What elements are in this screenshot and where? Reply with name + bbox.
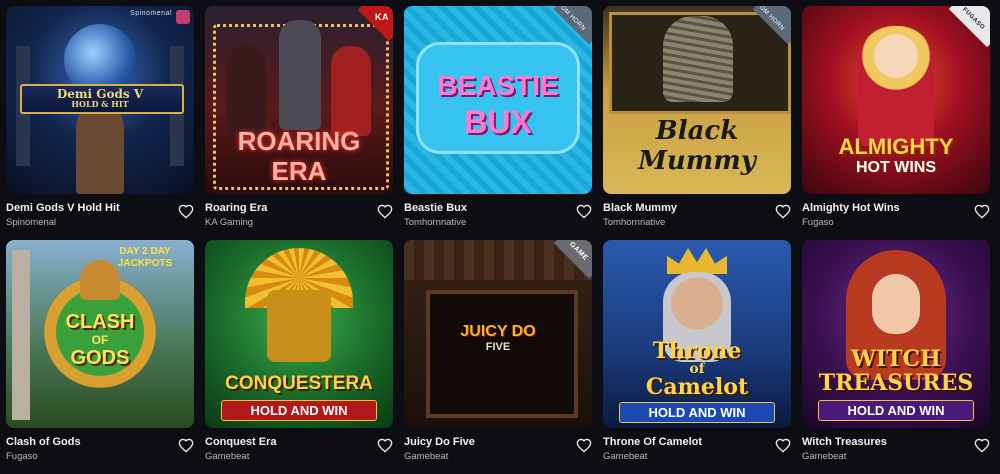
art-title-line2: ERA	[271, 156, 327, 186]
game-card[interactable]: Black Mummy TOM HORN Black Mummy Tomhorn…	[603, 6, 791, 240]
art-title-line2: GODS	[70, 347, 130, 369]
art-title: CONQUESTERA	[225, 373, 373, 394]
game-thumbnail[interactable]: Demi Gods V HOLD & HIT Spinomenal	[6, 6, 194, 194]
art-title-line2: Mummy	[638, 146, 756, 176]
favorite-heart-icon[interactable]	[178, 204, 194, 220]
favorite-heart-icon[interactable]	[576, 204, 592, 220]
art-title: CLASH	[65, 311, 135, 333]
game-thumbnail[interactable]: Black Mummy TOM HORN	[603, 6, 791, 194]
favorite-heart-icon[interactable]	[775, 204, 791, 220]
art-title-of: OF	[91, 333, 109, 347]
game-card[interactable]: ROARING ERA KA Roaring Era KA Gaming	[205, 6, 393, 240]
game-thumbnail[interactable]: JUICY DO FIVE GAME	[404, 240, 592, 428]
game-card[interactable]: Throne of Camelot HOLD AND WIN Throne Of…	[603, 240, 791, 474]
art-title: WITCH	[851, 346, 941, 372]
game-thumbnail[interactable]: Throne of Camelot HOLD AND WIN	[603, 240, 791, 428]
game-card[interactable]: ALMIGHTY HOT WINS FUGASO Almighty Hot Wi…	[802, 6, 990, 240]
favorite-heart-icon[interactable]	[974, 204, 990, 220]
game-card[interactable]: JUICY DO FIVE GAME Juicy Do Five Gamebea…	[404, 240, 592, 474]
art-title-line2: BUX	[464, 104, 532, 140]
game-provider: Fugaso	[6, 451, 38, 462]
game-thumbnail[interactable]: CONQUESTERA HOLD AND WIN	[205, 240, 393, 428]
game-provider: Tomhornnative	[404, 217, 467, 228]
game-provider: Gamebeat	[603, 451, 648, 462]
character-woman	[858, 26, 934, 146]
game-title[interactable]: Roaring Era	[205, 202, 267, 214]
favorite-heart-icon[interactable]	[377, 204, 393, 220]
art-subtitle: HOLD & HIT	[71, 99, 129, 109]
game-thumbnail[interactable]: ROARING ERA KA	[205, 6, 393, 194]
art-title: BEASTIE	[437, 70, 559, 101]
game-provider: KA Gaming	[205, 217, 254, 228]
game-card[interactable]: BEASTIE BUX TOM HORN Beastie Bux Tomhorn…	[404, 6, 592, 240]
game-card[interactable]: DAY 2 DAY JACKPOTS CLASH OF GODS Clash o…	[6, 240, 194, 474]
game-provider: Gamebeat	[205, 451, 250, 462]
favorite-heart-icon[interactable]	[377, 438, 393, 454]
art-subtitle: HOLD AND WIN	[818, 400, 974, 421]
art-title-line2: HOT WINS	[856, 159, 936, 176]
game-thumbnail[interactable]: ALMIGHTY HOT WINS FUGASO	[802, 6, 990, 194]
art-title: ALMIGHTY	[838, 134, 954, 159]
art-title-line2: FIVE	[485, 341, 511, 353]
game-provider: Tomhornnative	[603, 217, 666, 228]
games-grid: Demi Gods V HOLD & HIT Spinomenal Demi G…	[6, 6, 990, 474]
mummy-figure	[663, 16, 733, 102]
window-frame	[426, 290, 578, 418]
favorite-heart-icon[interactable]	[775, 438, 791, 454]
provider-logo	[176, 10, 190, 24]
game-title[interactable]: Beastie Bux	[404, 202, 467, 214]
game-card[interactable]: Demi Gods V HOLD & HIT Spinomenal Demi G…	[6, 6, 194, 240]
character-man	[279, 20, 321, 130]
game-provider: Gamebeat	[802, 451, 847, 462]
art-title-line2: TREASURES	[818, 370, 974, 396]
game-title[interactable]: Almighty Hot Wins	[802, 202, 900, 214]
titan-figure	[76, 106, 124, 194]
favorite-heart-icon[interactable]	[576, 438, 592, 454]
game-title[interactable]: Witch Treasures	[802, 436, 887, 448]
art-title: Black	[655, 116, 739, 146]
jackpot-badge: DAY 2 DAY JACKPOTS	[117, 246, 173, 269]
game-card[interactable]: CONQUESTERA HOLD AND WIN Conquest Era Ga…	[205, 240, 393, 474]
art-subtitle: HOLD AND WIN	[221, 400, 377, 421]
game-title[interactable]: Throne Of Camelot	[603, 436, 702, 448]
game-card[interactable]: WITCH TREASURES HOLD AND WIN Witch Treas…	[802, 240, 990, 474]
game-thumbnail[interactable]: WITCH TREASURES HOLD AND WIN	[802, 240, 990, 428]
game-provider: Gamebeat	[404, 451, 449, 462]
art-subtitle: HOLD AND WIN	[619, 402, 775, 423]
game-title[interactable]: Clash of Gods	[6, 436, 81, 448]
art-title: Throne	[652, 338, 742, 364]
game-provider: Fugaso	[802, 217, 834, 228]
art-title: JUICY DO	[460, 323, 536, 340]
game-provider: Spinomenal	[6, 217, 57, 228]
game-title[interactable]: Demi Gods V Hold Hit	[6, 202, 120, 214]
character-woman	[227, 46, 267, 136]
game-title[interactable]: Conquest Era	[205, 436, 277, 448]
game-title[interactable]: Juicy Do Five	[404, 436, 475, 448]
art-title: ROARING	[237, 126, 361, 156]
provider-corner-tag: KA	[375, 12, 389, 22]
character-woman	[331, 46, 371, 136]
game-thumbnail[interactable]: BEASTIE BUX TOM HORN	[404, 6, 592, 194]
art-title-line2: Camelot	[645, 374, 749, 400]
provider-corner-badge	[553, 6, 592, 45]
crown-art	[667, 248, 727, 274]
witch-face	[872, 274, 920, 334]
favorite-heart-icon[interactable]	[974, 438, 990, 454]
idol-face	[267, 290, 331, 362]
game-title[interactable]: Black Mummy	[603, 202, 677, 214]
favorite-heart-icon[interactable]	[178, 438, 194, 454]
provider-corner-tag: Spinomenal	[130, 10, 172, 17]
game-thumbnail[interactable]: DAY 2 DAY JACKPOTS CLASH OF GODS	[6, 240, 194, 428]
